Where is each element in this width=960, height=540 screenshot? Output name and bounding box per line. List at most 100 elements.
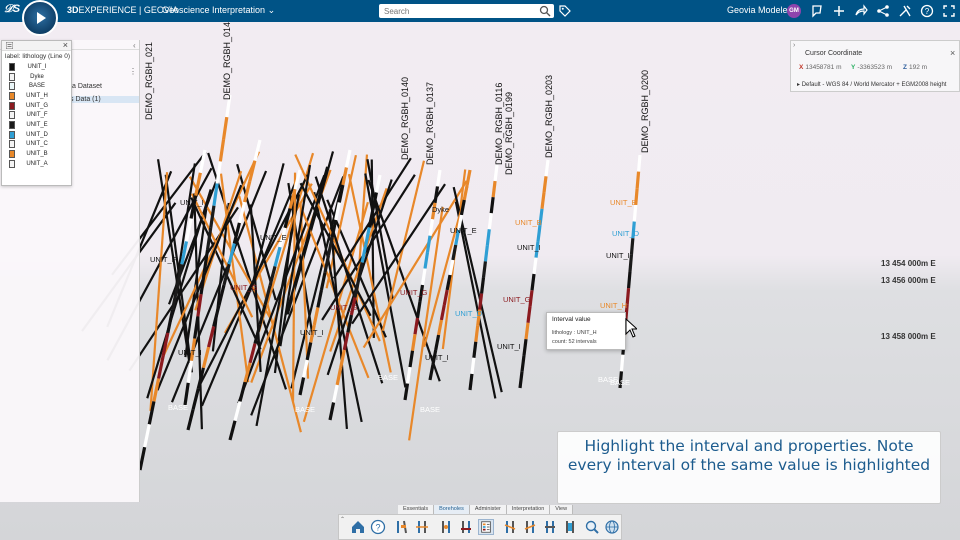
borehole-segment[interactable] bbox=[436, 319, 444, 336]
borehole-segment[interactable] bbox=[161, 332, 170, 357]
borehole-segment[interactable] bbox=[520, 355, 526, 372]
borehole-segment[interactable] bbox=[428, 364, 435, 381]
tab-essentials[interactable]: Essentials bbox=[398, 505, 435, 514]
user-name[interactable]: Geovia Modeler bbox=[727, 5, 791, 15]
borehole-segment[interactable] bbox=[478, 293, 484, 310]
share-icon[interactable] bbox=[854, 4, 868, 18]
borehole-segment[interactable] bbox=[632, 204, 638, 222]
tree-item-data[interactable]: s Data (1) bbox=[70, 96, 139, 103]
borehole-segment[interactable] bbox=[544, 159, 550, 177]
borehole-segment[interactable] bbox=[423, 251, 430, 269]
borehole-segment[interactable] bbox=[205, 227, 213, 251]
borehole-e-icon[interactable] bbox=[502, 519, 518, 535]
borehole-segment[interactable] bbox=[468, 373, 474, 391]
borehole-segment[interactable] bbox=[628, 254, 634, 272]
help-icon[interactable]: ? bbox=[370, 519, 386, 535]
borehole-segment[interactable] bbox=[183, 382, 190, 406]
borehole-segment[interactable] bbox=[470, 357, 476, 375]
borehole-segment[interactable] bbox=[619, 354, 625, 372]
borehole-segment[interactable] bbox=[143, 423, 151, 448]
borehole-a-icon[interactable] bbox=[394, 519, 410, 535]
help-circle-icon[interactable]: ? bbox=[920, 4, 934, 18]
borehole-segment[interactable] bbox=[487, 213, 493, 230]
borehole-segment[interactable] bbox=[346, 314, 353, 333]
borehole-c-icon[interactable] bbox=[438, 519, 454, 535]
tab-view[interactable]: View bbox=[550, 505, 574, 514]
collapse-panel-icon[interactable]: ‹ bbox=[133, 41, 136, 50]
borehole-segment[interactable] bbox=[198, 149, 207, 174]
borehole-segment[interactable] bbox=[465, 169, 472, 186]
zoom-icon[interactable] bbox=[584, 519, 600, 535]
borehole-segment[interactable] bbox=[405, 366, 412, 384]
borehole-segment[interactable] bbox=[532, 257, 538, 275]
borehole-segment[interactable] bbox=[530, 273, 536, 291]
borehole-segment[interactable] bbox=[462, 184, 469, 201]
tree-item-dataset[interactable]: a Dataset bbox=[72, 83, 102, 90]
list-icon[interactable] bbox=[6, 42, 13, 49]
borehole-segment[interactable] bbox=[298, 377, 306, 396]
tools-icon[interactable] bbox=[898, 4, 912, 18]
borehole-segment[interactable] bbox=[209, 205, 216, 229]
borehole-segment[interactable] bbox=[221, 116, 229, 140]
avatar[interactable]: GM bbox=[787, 4, 801, 18]
borehole-segment[interactable] bbox=[491, 180, 497, 198]
borehole-segment[interactable] bbox=[636, 154, 642, 172]
globe-icon[interactable] bbox=[604, 519, 620, 535]
borehole-segment[interactable] bbox=[434, 334, 441, 351]
borehole-segment[interactable] bbox=[542, 176, 548, 193]
borehole-segment[interactable] bbox=[186, 360, 194, 384]
borehole-g-icon[interactable] bbox=[542, 519, 558, 535]
borehole-segment[interactable] bbox=[341, 167, 348, 186]
home-icon[interactable] bbox=[350, 519, 366, 535]
borehole-segment[interactable] bbox=[439, 304, 446, 321]
play-icon[interactable] bbox=[37, 12, 46, 24]
borehole-segment[interactable] bbox=[472, 341, 478, 359]
borehole-segment[interactable] bbox=[344, 149, 352, 168]
borehole-segment[interactable] bbox=[238, 381, 247, 402]
borehole-segment[interactable] bbox=[408, 350, 415, 368]
borehole-b-icon[interactable] bbox=[414, 519, 430, 535]
legend-icon[interactable] bbox=[478, 519, 494, 535]
network-icon[interactable] bbox=[876, 4, 890, 18]
borehole-segment[interactable] bbox=[483, 245, 489, 262]
borehole-segment[interactable] bbox=[489, 196, 495, 214]
borehole-segment[interactable] bbox=[524, 322, 530, 340]
borehole-segment[interactable] bbox=[540, 192, 546, 210]
search-input[interactable] bbox=[379, 4, 554, 18]
ds-logo[interactable]: 𝒟S bbox=[4, 3, 20, 16]
borehole-d-icon[interactable] bbox=[458, 519, 474, 535]
more-options-icon[interactable]: ⋮ bbox=[129, 67, 137, 76]
borehole-segment[interactable] bbox=[479, 277, 486, 294]
borehole-segment[interactable] bbox=[442, 289, 449, 306]
borehole-segment[interactable] bbox=[626, 271, 632, 289]
borehole-segment[interactable] bbox=[485, 229, 491, 246]
borehole-h-icon[interactable] bbox=[562, 519, 578, 535]
borehole-segment[interactable] bbox=[435, 169, 442, 187]
borehole-segment[interactable] bbox=[522, 338, 528, 356]
3d-viewport[interactable]: DEMO_RGBH_0200 DEMO_RGBH_0203 DEMO_RGBH_01… bbox=[0, 22, 960, 540]
borehole-segment[interactable] bbox=[625, 288, 631, 305]
tab-boreholes[interactable]: Boreholes bbox=[434, 505, 470, 514]
borehole-segment[interactable] bbox=[319, 272, 327, 291]
borehole-segment[interactable] bbox=[218, 139, 226, 162]
borehole-segment[interactable] bbox=[518, 371, 524, 389]
borehole-segment[interactable] bbox=[335, 367, 343, 386]
borehole-segment[interactable] bbox=[425, 235, 432, 253]
borehole-segment[interactable] bbox=[152, 378, 161, 402]
borehole-segment[interactable] bbox=[413, 317, 420, 335]
borehole-segment[interactable] bbox=[410, 334, 417, 351]
borehole-segment[interactable] bbox=[428, 219, 435, 236]
fullscreen-icon[interactable] bbox=[942, 4, 956, 18]
tab-administer[interactable]: Administer bbox=[469, 505, 507, 514]
borehole-segment[interactable] bbox=[186, 408, 195, 431]
borehole-segment[interactable] bbox=[415, 301, 422, 319]
borehole-segment[interactable] bbox=[332, 384, 339, 403]
crs-label[interactable]: ▸ Default - WGS 84 / World Mercator + EG… bbox=[797, 81, 946, 88]
borehole-segment[interactable] bbox=[328, 402, 336, 421]
borehole-segment[interactable] bbox=[233, 401, 242, 422]
borehole-segment[interactable] bbox=[228, 420, 237, 441]
borehole-segment[interactable] bbox=[201, 346, 211, 369]
app-title[interactable]: Geoscience Interpretation ⌄ bbox=[162, 5, 275, 16]
borehole-segment[interactable] bbox=[420, 268, 427, 286]
borehole-segment[interactable] bbox=[138, 446, 147, 471]
